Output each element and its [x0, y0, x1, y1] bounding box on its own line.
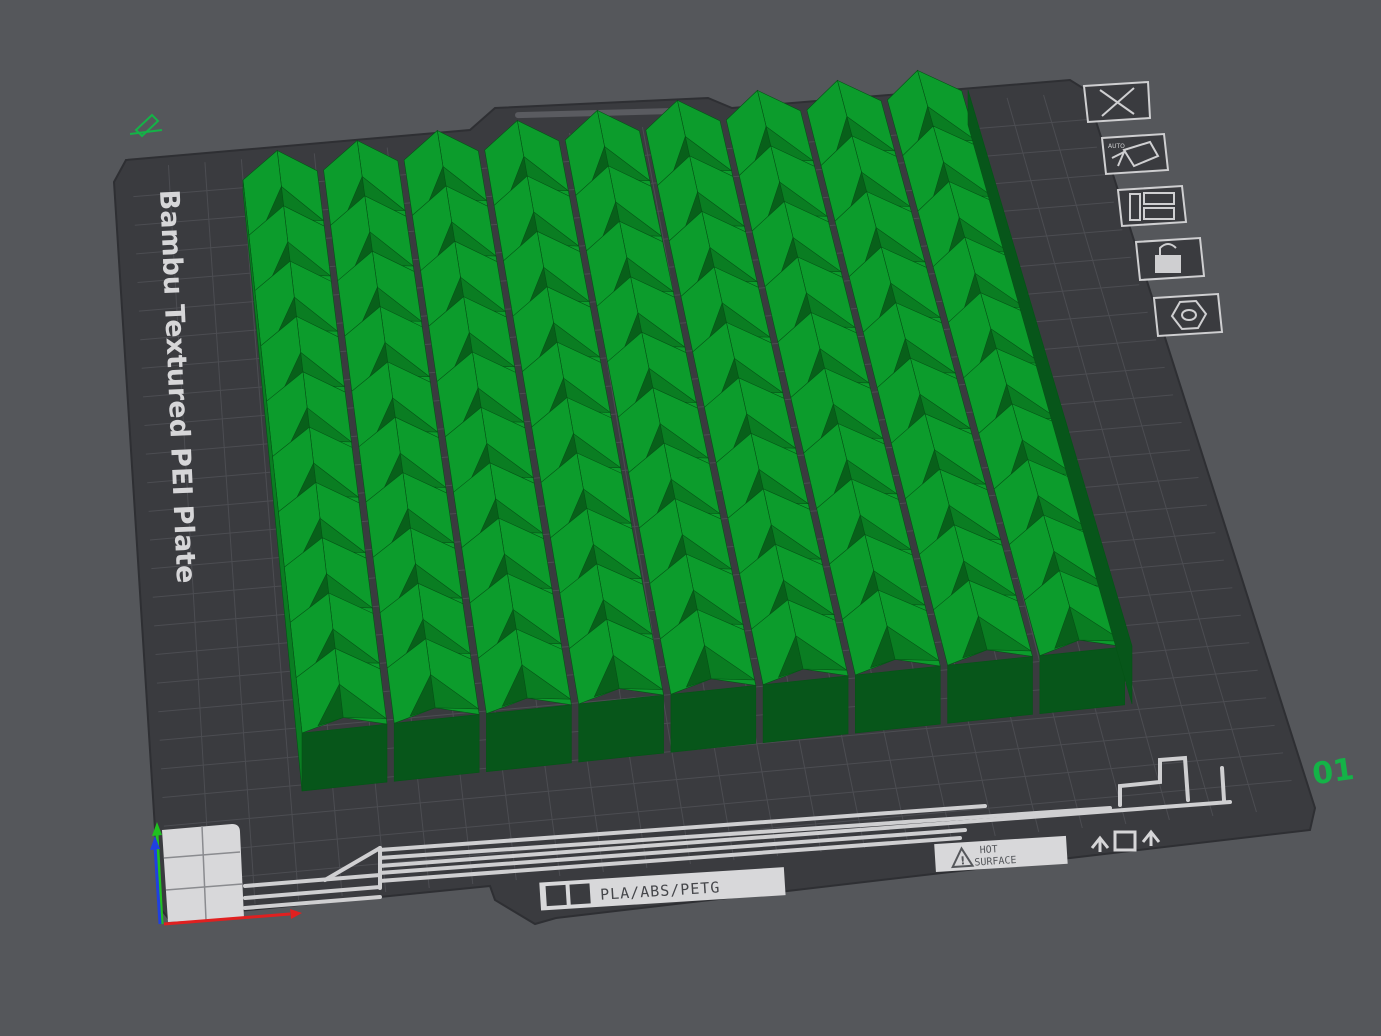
pencil-icon: [129, 113, 163, 138]
arrange-button[interactable]: [1116, 184, 1188, 228]
origin-marker: [162, 824, 244, 922]
model-front-face: [762, 675, 849, 744]
edit-plate-name-button[interactable]: [129, 113, 163, 138]
plate-logo-icon: [545, 884, 567, 907]
svg-text:AUTO: AUTO: [1108, 143, 1125, 150]
hot-label: HOT: [979, 844, 998, 856]
3d-viewport[interactable]: Bambu Textured PEI Plate ! HOT SURFACE P…: [0, 0, 1381, 1036]
auto-orient-button[interactable]: AUTO: [1100, 132, 1170, 176]
model-front-face: [947, 656, 1033, 724]
model-front-face: [486, 704, 572, 773]
model-front-face: [578, 694, 664, 763]
model-front-face: [854, 665, 941, 734]
model-front-face: [1039, 646, 1125, 715]
close-plate-button[interactable]: [1082, 80, 1152, 124]
model-front-face: [670, 685, 757, 753]
svg-text:!: !: [960, 854, 966, 867]
lock-plate-button[interactable]: [1134, 236, 1206, 282]
model-front-face: [301, 723, 388, 792]
model-front-face: [393, 714, 480, 782]
plate-logo-icon-2: [569, 883, 591, 905]
plate-number: 01: [1310, 752, 1356, 792]
plate-settings-button[interactable]: [1152, 292, 1224, 338]
